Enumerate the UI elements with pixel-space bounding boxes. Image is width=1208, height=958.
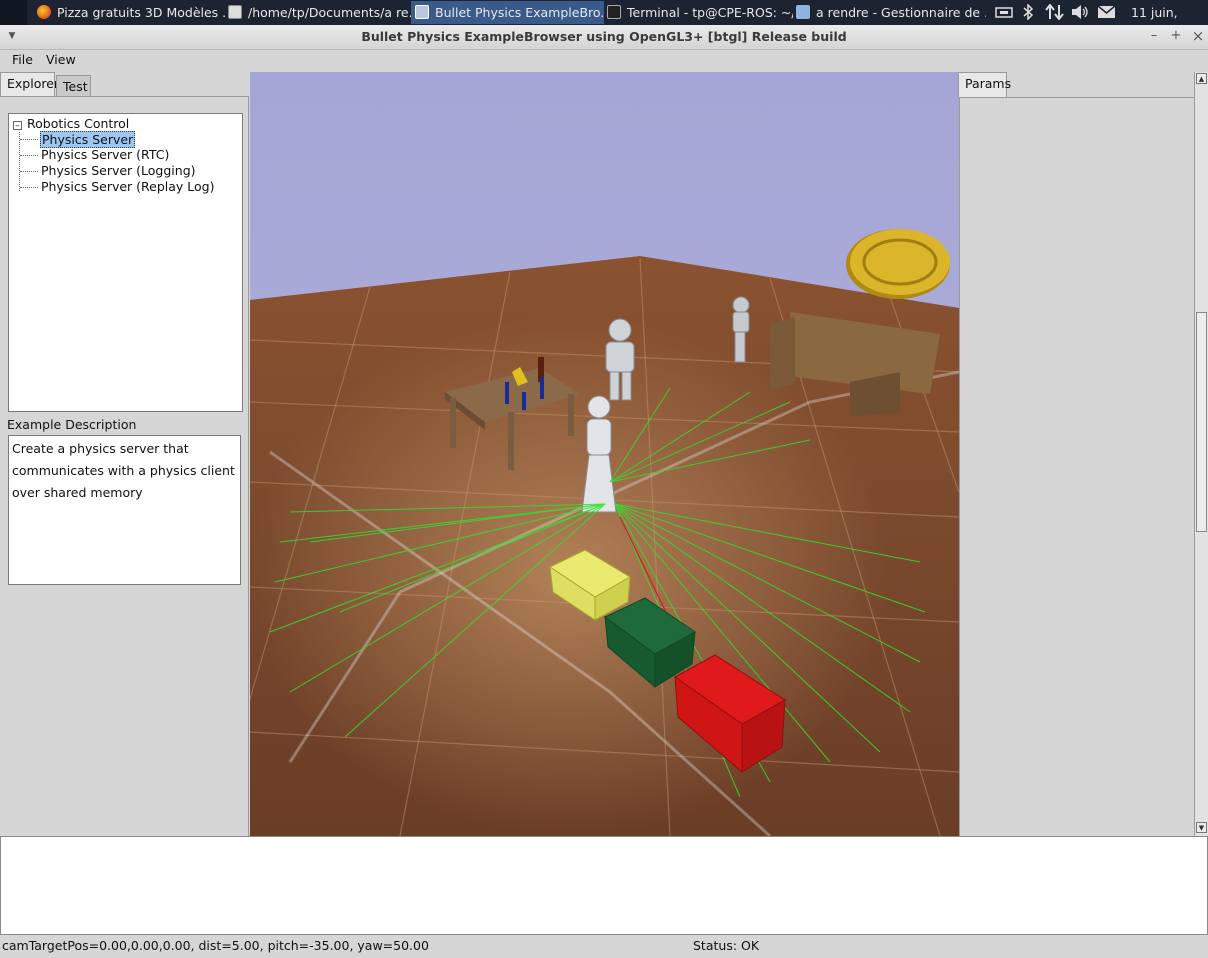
console-output[interactable] [0, 836, 1208, 935]
clock[interactable]: 11 juin, 13:20 [1131, 0, 1208, 45]
tree-connector [20, 171, 38, 172]
close-button[interactable]: × [1190, 28, 1206, 44]
tab-test[interactable]: Test [56, 75, 91, 97]
tree-item-physics-server-rtc[interactable]: Physics Server (RTC) [40, 147, 170, 162]
tree-item-physics-server-logging[interactable]: Physics Server (Logging) [40, 163, 197, 178]
tree-item-physics-server-replay-log[interactable]: Physics Server (Replay Log) [40, 179, 216, 194]
task-label: /home/tp/Documents/a re... [248, 5, 412, 20]
statusbar: camTargetPos=0.00,0.00,0.00, dist=5.00, … [0, 936, 1208, 958]
firefox-icon [37, 5, 51, 19]
tree-connector [20, 155, 38, 156]
terminal-icon [607, 5, 621, 19]
description-line: Create a physics server that [12, 441, 189, 456]
scrollbar-thumb[interactable] [1196, 312, 1207, 532]
description-line: communicates with a physics client [12, 463, 235, 478]
scroll-up-icon[interactable]: ▲ [1196, 73, 1207, 84]
taskbar-task-editor[interactable]: /home/tp/Documents/a re... [224, 1, 412, 24]
transfer-arrows-icon[interactable] [1045, 0, 1065, 25]
bluetooth-icon[interactable] [1022, 0, 1034, 25]
maximize-button[interactable]: + [1168, 28, 1184, 44]
description-line: over shared memory [12, 485, 143, 500]
mail-icon[interactable] [1097, 0, 1117, 25]
tree-connector [19, 132, 20, 191]
camera-info: camTargetPos=0.00,0.00,0.00, dist=5.00, … [2, 938, 429, 953]
tree-connector [20, 187, 38, 188]
tree-item-physics-server[interactable]: Physics Server [40, 131, 136, 148]
tree-connector [20, 139, 38, 140]
task-label: Pizza gratuits 3D Modèles ... [57, 5, 225, 20]
example-tree[interactable]: – Robotics Control Physics Server Physics… [8, 113, 243, 412]
system-taskbar: Pizza gratuits 3D Modèles ... /home/tp/D… [0, 0, 1208, 45]
volume-icon[interactable] [1070, 0, 1090, 25]
window-titlebar[interactable]: ▼ Bullet Physics ExampleBrowser using Op… [0, 25, 1208, 50]
taskbar-task-terminal[interactable]: Terminal - tp@CPE-ROS: ~/... [603, 1, 793, 24]
taskbar-task-file-manager[interactable]: a rendre - Gestionnaire de ... [792, 1, 986, 24]
text-editor-icon [228, 5, 242, 19]
tab-explorer[interactable]: Explorer [0, 72, 59, 97]
network-icon[interactable] [995, 0, 1015, 25]
tree-root[interactable]: – Robotics Control [13, 116, 129, 131]
minimize-button[interactable]: – [1146, 28, 1162, 44]
tab-params[interactable]: Params [958, 72, 1011, 97]
task-label: a rendre - Gestionnaire de ... [816, 5, 986, 20]
tree-root-label: Robotics Control [27, 116, 130, 131]
scene-render [250, 72, 959, 836]
window-title: Bullet Physics ExampleBrowser using Open… [361, 29, 847, 44]
taskbar-task-bullet[interactable]: Bullet Physics ExampleBro... [411, 1, 604, 24]
scroll-down-icon[interactable]: ▼ [1196, 822, 1207, 833]
collapse-icon[interactable]: – [13, 121, 22, 131]
taskbar-task-firefox[interactable]: Pizza gratuits 3D Modèles ... [33, 1, 225, 24]
menu-file[interactable]: File [12, 52, 33, 67]
task-label: Bullet Physics ExampleBro... [435, 5, 604, 20]
menubar: File View [0, 50, 1208, 70]
params-panel [959, 97, 1194, 836]
description-label: Example Description [7, 417, 137, 432]
3d-viewport[interactable] [250, 72, 959, 836]
folder-icon [796, 5, 810, 19]
status-text: Status: OK [693, 938, 760, 953]
description-box: Create a physics server that communicate… [8, 435, 241, 585]
params-scrollbar[interactable]: ▲ ▼ [1194, 72, 1208, 836]
task-label: Terminal - tp@CPE-ROS: ~/... [627, 5, 793, 20]
applications-menu-button[interactable] [0, 0, 27, 25]
menu-view[interactable]: View [46, 52, 76, 67]
gold-coin [846, 229, 950, 299]
window-icon [415, 5, 429, 19]
